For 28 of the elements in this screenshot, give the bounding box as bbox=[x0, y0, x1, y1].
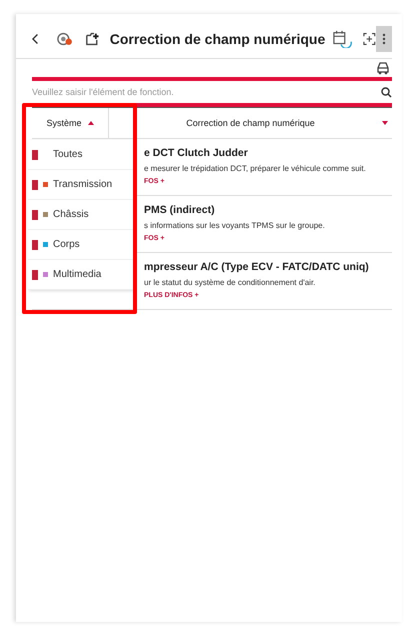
checkbox[interactable] bbox=[32, 240, 38, 250]
calendar-icon[interactable] bbox=[333, 30, 354, 48]
more-button[interactable] bbox=[376, 26, 392, 52]
column-header[interactable]: Système bbox=[32, 108, 108, 138]
filter-option[interactable]: Châssis bbox=[53, 209, 89, 220]
filter-option[interactable]: Toutes bbox=[53, 149, 82, 160]
filter-option[interactable]: Transmission bbox=[53, 179, 112, 190]
function-title: PMS (indirect) bbox=[144, 204, 216, 216]
function-description: ur le statut du système de conditionnement d'air. bbox=[144, 278, 316, 287]
checkbox[interactable] bbox=[32, 180, 38, 190]
function-description: e mesurer le trépidation DCT, préparer le véhicule comme suit. bbox=[144, 164, 367, 173]
car-icon[interactable] bbox=[376, 61, 390, 75]
filter-option[interactable]: Multimedia bbox=[53, 269, 102, 280]
column-header[interactable]: Correction de champ numérique bbox=[108, 108, 392, 138]
screen-title: Correction de champ numérique bbox=[110, 31, 326, 47]
function-title: e DCT Clutch Judder bbox=[144, 147, 249, 159]
function-title: mpresseur A/C (Type ECV - FATC/DATC uniq) bbox=[144, 261, 370, 273]
search-field[interactable]: Veuillez saisir l'élément de fonction. bbox=[32, 87, 381, 97]
scan-icon[interactable] bbox=[363, 32, 376, 46]
more-icon bbox=[382, 33, 386, 45]
back-icon[interactable] bbox=[32, 33, 40, 45]
filter-option[interactable]: Corps bbox=[53, 239, 80, 250]
checkbox[interactable] bbox=[32, 270, 38, 280]
search-icon[interactable] bbox=[381, 86, 392, 98]
checkbox[interactable] bbox=[32, 210, 38, 220]
checkbox[interactable] bbox=[32, 150, 38, 160]
gauge-icon[interactable] bbox=[57, 31, 74, 47]
function-description: s informations sur les voyants TPMS sur le groupe. bbox=[144, 221, 326, 230]
